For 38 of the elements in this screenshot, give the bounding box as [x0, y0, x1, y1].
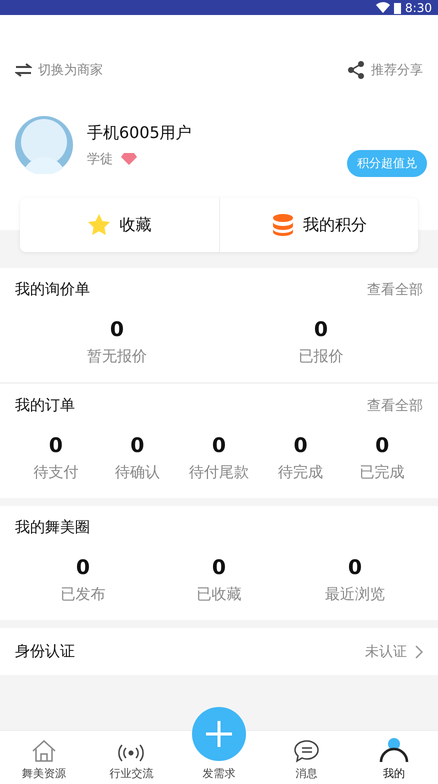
status-time: 8:30	[405, 0, 432, 14]
avatar	[15, 116, 73, 174]
stat-item[interactable]: 0 待完成	[260, 433, 342, 482]
plus-icon	[204, 720, 233, 748]
gem-icon	[121, 152, 137, 164]
stat-item[interactable]: 0 已发布	[15, 555, 151, 604]
user-name: 手机6005用户	[87, 122, 192, 144]
share-icon	[347, 61, 365, 79]
quick-link[interactable]: 收藏	[20, 198, 218, 252]
stat-item[interactable]: 0 待确认	[96, 433, 178, 482]
stat-item[interactable]: 0 已收藏	[151, 555, 287, 604]
quick-link[interactable]: 我的积分	[218, 198, 418, 252]
section-title: 身份认证	[15, 642, 75, 661]
section-title: 我的询价单	[15, 280, 90, 299]
stat-item[interactable]: 0 已报价	[219, 317, 423, 366]
stat-item[interactable]: 0 已完成	[341, 433, 423, 482]
nav-tab[interactable]: 行业交流	[88, 731, 176, 784]
verification-status-button[interactable]: 未认证	[365, 642, 423, 660]
chevron-right-icon	[415, 644, 423, 658]
stat-item[interactable]: 0 待付尾款	[178, 433, 260, 482]
wifi-icon	[376, 2, 390, 13]
swap-icon	[15, 63, 32, 77]
switch-to-merchant-button[interactable]: 切换为商家	[15, 61, 103, 79]
view-all-link[interactable]: 查看全部	[367, 280, 423, 298]
star-icon	[87, 213, 112, 237]
share-button[interactable]: 推荐分享	[347, 61, 423, 79]
nav-label: 发需求	[202, 766, 236, 781]
view-all-link[interactable]: 查看全部	[367, 396, 423, 414]
nav-tab[interactable]: 我的	[350, 731, 438, 784]
stat-item[interactable]: 0 最近浏览	[287, 555, 423, 604]
section-title: 我的订单	[15, 396, 75, 415]
stat-item[interactable]: 0 暂无报价	[15, 317, 219, 366]
section-title: 我的舞美圈	[15, 518, 90, 537]
coin-stack-icon	[270, 213, 295, 237]
stat-item[interactable]: 0 待支付	[15, 433, 97, 482]
nav-tab[interactable]: 舞美资源	[0, 731, 88, 784]
user-level: 学徒	[87, 150, 113, 168]
nav-tab[interactable]: 消息	[262, 731, 350, 784]
